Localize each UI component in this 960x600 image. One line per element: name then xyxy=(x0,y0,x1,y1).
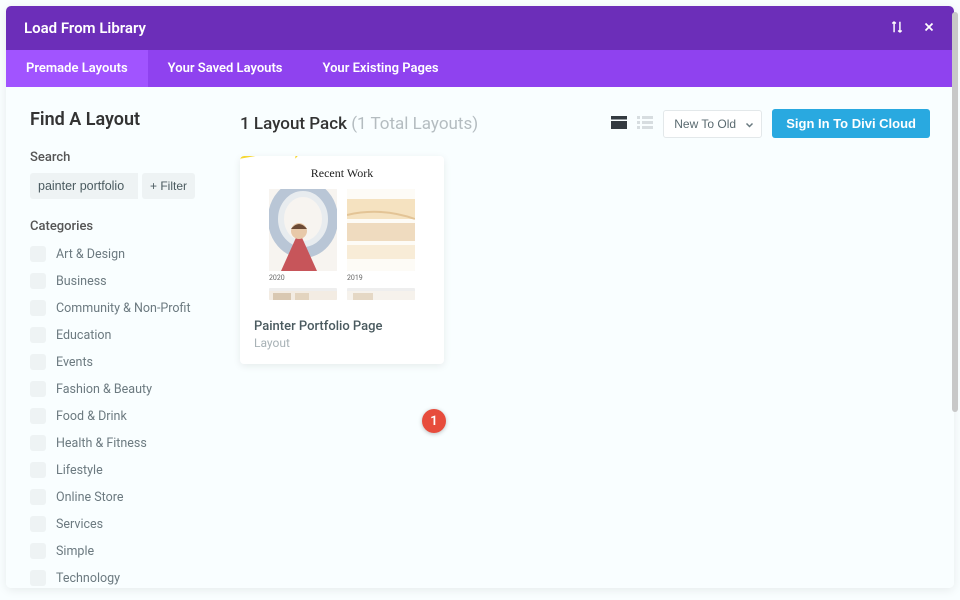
category-item[interactable]: Community & Non-Profit xyxy=(30,300,216,316)
category-label: Health & Fitness xyxy=(56,436,147,451)
search-input[interactable] xyxy=(30,173,138,199)
signin-button[interactable]: Sign In To Divi Cloud xyxy=(772,109,930,138)
sort-dropdown[interactable]: New To Old xyxy=(663,110,762,138)
category-label: Lifestyle xyxy=(56,463,103,478)
results-title: 1 Layout Pack (1 Total Layouts) xyxy=(240,114,478,134)
close-icon[interactable] xyxy=(922,19,936,38)
category-checkbox[interactable] xyxy=(30,246,46,262)
category-checkbox[interactable] xyxy=(30,408,46,424)
main-panel: 1 Layout Pack (1 Total Layouts) xyxy=(216,87,954,588)
layout-card[interactable]: Recent Work 2020 2019 xyxy=(240,156,444,364)
category-label: Education xyxy=(56,328,111,343)
sort-select[interactable]: New To Old xyxy=(663,110,762,138)
card-title: Painter Portfolio Page xyxy=(240,309,444,336)
library-modal: Load From Library Premade Layouts Your S… xyxy=(6,6,954,588)
category-label: Food & Drink xyxy=(56,409,127,424)
view-toggle xyxy=(611,114,653,133)
category-label: Online Store xyxy=(56,490,123,505)
tab-saved-layouts[interactable]: Your Saved Layouts xyxy=(148,50,303,87)
category-item[interactable]: Technology xyxy=(30,570,216,586)
category-label: Business xyxy=(56,274,107,289)
categories-section: Categories Art & Design Business Community… xyxy=(30,219,216,586)
main-header-row: 1 Layout Pack (1 Total Layouts) xyxy=(240,109,930,138)
category-checkbox[interactable] xyxy=(30,300,46,316)
category-checkbox[interactable] xyxy=(30,381,46,397)
category-checkbox[interactable] xyxy=(30,462,46,478)
category-label: Community & Non-Profit xyxy=(56,301,191,316)
category-item[interactable]: Lifestyle xyxy=(30,462,216,478)
scrollbar-thumb[interactable] xyxy=(952,12,958,412)
main-controls: New To Old Sign In To Divi Cloud xyxy=(611,109,930,138)
category-item[interactable]: Simple xyxy=(30,543,216,559)
category-label: Art & Design xyxy=(56,247,125,262)
category-label: Services xyxy=(56,517,103,532)
search-label: Search xyxy=(30,150,216,165)
results-subcount: (1 Total Layouts) xyxy=(351,114,478,134)
modal-header: Load From Library xyxy=(6,6,954,50)
categories-label: Categories xyxy=(30,219,216,234)
tab-existing-pages[interactable]: Your Existing Pages xyxy=(303,50,459,87)
sidebar-title: Find A Layout xyxy=(30,109,216,130)
tab-premade-layouts[interactable]: Premade Layouts xyxy=(6,50,148,87)
modal-body: Find A Layout Search + Filter Categories… xyxy=(6,87,954,588)
list-view-icon[interactable] xyxy=(637,114,653,133)
category-label: Simple xyxy=(56,544,94,559)
header-actions xyxy=(890,19,936,38)
category-checkbox[interactable] xyxy=(30,327,46,343)
grid-view-icon[interactable] xyxy=(611,114,627,133)
sidebar: Find A Layout Search + Filter Categories… xyxy=(6,87,216,588)
category-item[interactable]: Services xyxy=(30,516,216,532)
category-item[interactable]: Business xyxy=(30,273,216,289)
category-item[interactable]: Education xyxy=(30,327,216,343)
card-subtitle: Layout xyxy=(240,336,444,350)
thumb-year-1: 2020 xyxy=(269,274,337,282)
category-checkbox[interactable] xyxy=(30,516,46,532)
category-label: Events xyxy=(56,355,93,370)
category-checkbox[interactable] xyxy=(30,543,46,559)
category-checkbox[interactable] xyxy=(30,570,46,586)
category-label: Fashion & Beauty xyxy=(56,382,152,397)
category-label: Technology xyxy=(56,571,120,586)
category-checkbox[interactable] xyxy=(30,489,46,505)
category-checkbox[interactable] xyxy=(30,273,46,289)
category-item[interactable]: Health & Fitness xyxy=(30,435,216,451)
category-checkbox[interactable] xyxy=(30,435,46,451)
category-item[interactable]: Fashion & Beauty xyxy=(30,381,216,397)
tabs-bar: Premade Layouts Your Saved Layouts Your … xyxy=(6,50,954,87)
scrollbar[interactable] xyxy=(952,6,958,588)
category-item[interactable]: Events xyxy=(30,354,216,370)
category-item[interactable]: Online Store xyxy=(30,489,216,505)
category-item[interactable]: Food & Drink xyxy=(30,408,216,424)
results-count: 1 Layout Pack xyxy=(240,114,347,134)
sort-icon[interactable] xyxy=(890,19,904,38)
filter-button[interactable]: + Filter xyxy=(142,173,195,199)
callout-badge: 1 xyxy=(422,409,446,433)
thumb-year-2: 2019 xyxy=(347,274,415,282)
modal-title: Load From Library xyxy=(24,19,146,37)
category-item[interactable]: Art & Design xyxy=(30,246,216,262)
category-checkbox[interactable] xyxy=(30,354,46,370)
layout-thumbnail: Recent Work 2020 2019 xyxy=(240,156,444,309)
search-row: + Filter xyxy=(30,173,216,199)
